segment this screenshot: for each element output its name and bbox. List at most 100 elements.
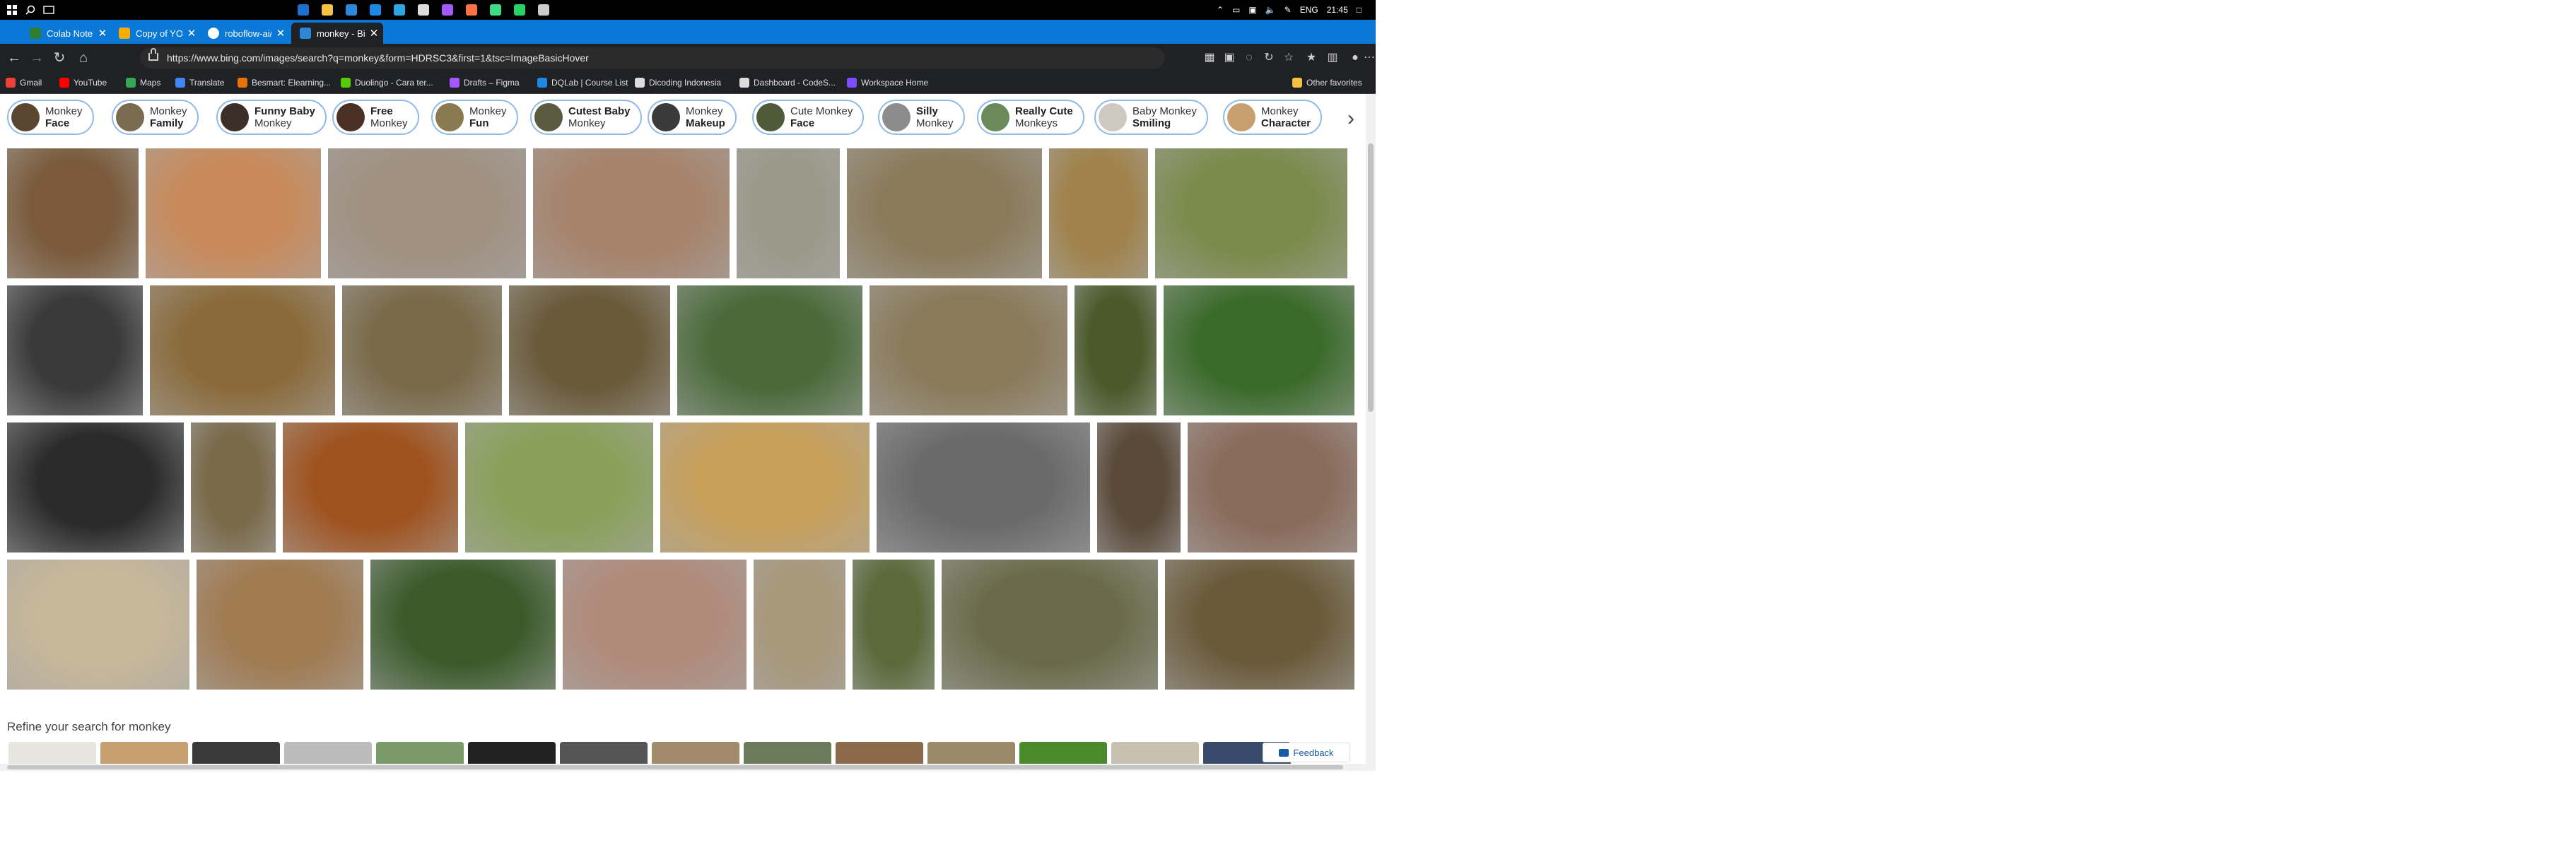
tab-yolov4-colab[interactable]: Copy of YOLOv4-tiny-Darknet-R ✕	[110, 23, 201, 44]
figma-taskbar-icon[interactable]	[442, 4, 453, 16]
more-options-icon[interactable]: ⋯	[1363, 50, 1376, 66]
scrollbar-thumb[interactable]	[1368, 143, 1374, 412]
favorite-maps[interactable]: Maps	[126, 76, 160, 89]
related-search-chip[interactable]: Funny Baby Monkey	[216, 100, 327, 135]
image-result[interactable]	[7, 285, 143, 415]
favorite-gmail[interactable]: Gmail	[6, 76, 42, 89]
favorite-dicoding[interactable]: Dicoding Indonesia	[635, 76, 721, 89]
network-icon[interactable]: ▣	[1248, 5, 1256, 15]
favorite-youtube[interactable]: YouTube	[59, 76, 107, 89]
forward-icon[interactable]: →	[27, 49, 47, 66]
scrollbar-thumb[interactable]	[7, 765, 1343, 769]
image-result[interactable]	[1188, 422, 1357, 552]
windows-start-icon[interactable]	[6, 4, 18, 16]
related-search-chip[interactable]: Monkey Makeup	[648, 100, 737, 135]
whatsapp-taskbar-icon[interactable]	[514, 4, 525, 16]
app-taskbar-icon[interactable]	[490, 4, 501, 16]
image-result[interactable]	[7, 148, 139, 278]
image-result[interactable]	[1075, 285, 1157, 415]
edge-taskbar-icon[interactable]	[298, 4, 309, 16]
image-result[interactable]	[370, 560, 556, 690]
vscode-taskbar-icon[interactable]	[370, 4, 381, 16]
image-result[interactable]	[754, 560, 845, 690]
close-tab-icon[interactable]: ✕	[182, 27, 201, 40]
volume-icon[interactable]: 🔈	[1265, 5, 1276, 15]
related-search-chip[interactable]: Free Monkey	[332, 100, 419, 135]
related-search-chip[interactable]: Monkey Character	[1223, 100, 1323, 135]
github-taskbar-icon[interactable]	[418, 4, 429, 16]
address-bar[interactable]: https://www.bing.com/images/search?q=mon…	[140, 47, 1165, 69]
close-tab-icon[interactable]: ✕	[93, 27, 112, 40]
favorite-workspace[interactable]: Workspace Home	[847, 76, 928, 89]
image-result[interactable]	[563, 560, 747, 690]
image-result[interactable]	[7, 422, 184, 552]
related-search-chip[interactable]: Silly Monkey	[878, 100, 965, 135]
app-taskbar-icon[interactable]	[538, 4, 549, 16]
profile-avatar-icon[interactable]: ●	[1347, 50, 1363, 66]
refresh-sync-icon[interactable]: ↻	[1261, 50, 1277, 66]
image-result[interactable]	[1155, 148, 1347, 278]
image-result[interactable]	[465, 422, 653, 552]
horizontal-scrollbar[interactable]	[0, 764, 1366, 771]
chevron-right-icon[interactable]: ›	[1342, 108, 1360, 131]
app-available-icon[interactable]: ▣	[1222, 50, 1237, 66]
image-result[interactable]	[283, 422, 458, 552]
close-tab-icon[interactable]: ✕	[365, 27, 383, 40]
related-search-chip[interactable]: Monkey Face	[7, 100, 94, 135]
battery-icon[interactable]: ▭	[1232, 5, 1240, 15]
image-result[interactable]	[870, 285, 1067, 415]
image-result[interactable]	[328, 148, 526, 278]
related-search-chip[interactable]: Cute Monkey Face	[752, 100, 865, 135]
favorite-codesignal[interactable]: Dashboard - CodeS...	[739, 76, 836, 89]
image-result[interactable]	[7, 560, 189, 690]
image-result[interactable]	[150, 285, 335, 415]
telegram-taskbar-icon[interactable]	[394, 4, 405, 16]
pen-icon[interactable]: ✎	[1284, 5, 1292, 15]
image-result[interactable]	[146, 148, 321, 278]
image-result[interactable]	[342, 285, 502, 415]
tab-colab-notebooks[interactable]: Colab Notebooks - Google Drive ✕	[21, 23, 112, 44]
chevron-up-icon[interactable]: ⌃	[1217, 5, 1224, 15]
favorite-duolingo[interactable]: Duolingo - Cara ter...	[341, 76, 433, 89]
feedback-button[interactable]: Feedback	[1263, 743, 1350, 762]
image-result[interactable]	[737, 148, 840, 278]
home-icon[interactable]: ⌂	[74, 49, 93, 66]
other-favorites[interactable]: Other favorites	[1292, 76, 1362, 89]
clock[interactable]: 21:45	[1327, 5, 1348, 15]
related-search-chip[interactable]: Baby Monkey Smiling	[1094, 100, 1208, 135]
read-aloud-icon[interactable]: ▦	[1202, 50, 1217, 66]
image-result[interactable]	[877, 422, 1090, 552]
url-text[interactable]: https://www.bing.com/images/search?q=mon…	[167, 52, 589, 64]
tab-roboflow-github[interactable]: roboflow-ai/darknet: YOLOv4 ro ✕	[199, 23, 290, 44]
image-result[interactable]	[660, 422, 870, 552]
notification-icon[interactable]: □	[1357, 5, 1362, 15]
favorite-besmart[interactable]: Besmart: Elearning...	[238, 76, 331, 89]
related-search-chip[interactable]: Cutest Baby Monkey	[530, 100, 642, 135]
related-search-chip[interactable]: Monkey Family	[112, 100, 199, 135]
close-tab-icon[interactable]: ✕	[271, 27, 290, 40]
related-search-chip[interactable]: Monkey Fun	[431, 100, 518, 135]
image-result[interactable]	[1097, 422, 1181, 552]
image-result[interactable]	[191, 422, 276, 552]
image-result[interactable]	[942, 560, 1158, 690]
favorite-figma[interactable]: Drafts – Figma	[450, 76, 520, 89]
image-result[interactable]	[853, 560, 935, 690]
tracking-prevention-icon[interactable]: ◌	[1241, 50, 1257, 66]
favorite-star-icon[interactable]: ☆	[1281, 50, 1296, 66]
file-explorer-taskbar-icon[interactable]	[322, 4, 333, 16]
tab-bing-images[interactable]: monkey - Bing images ✕	[291, 23, 383, 44]
favorites-icon[interactable]: ★	[1304, 50, 1319, 66]
collections-icon[interactable]: ▥	[1325, 50, 1340, 66]
image-result[interactable]	[1165, 560, 1354, 690]
related-search-chip[interactable]: Really Cute Monkeys	[977, 100, 1084, 135]
lock-icon[interactable]	[148, 48, 158, 61]
refresh-icon[interactable]: ↻	[49, 49, 69, 66]
app-taskbar-icon[interactable]	[466, 4, 477, 16]
image-result[interactable]	[197, 560, 363, 690]
favorite-dqlab[interactable]: DQLab | Course List	[537, 76, 628, 89]
image-result[interactable]	[847, 148, 1042, 278]
task-view-icon[interactable]	[43, 4, 54, 16]
language-indicator[interactable]: ENG	[1300, 5, 1318, 15]
image-result[interactable]	[1164, 285, 1354, 415]
favorite-translate[interactable]: Translate	[175, 76, 225, 89]
